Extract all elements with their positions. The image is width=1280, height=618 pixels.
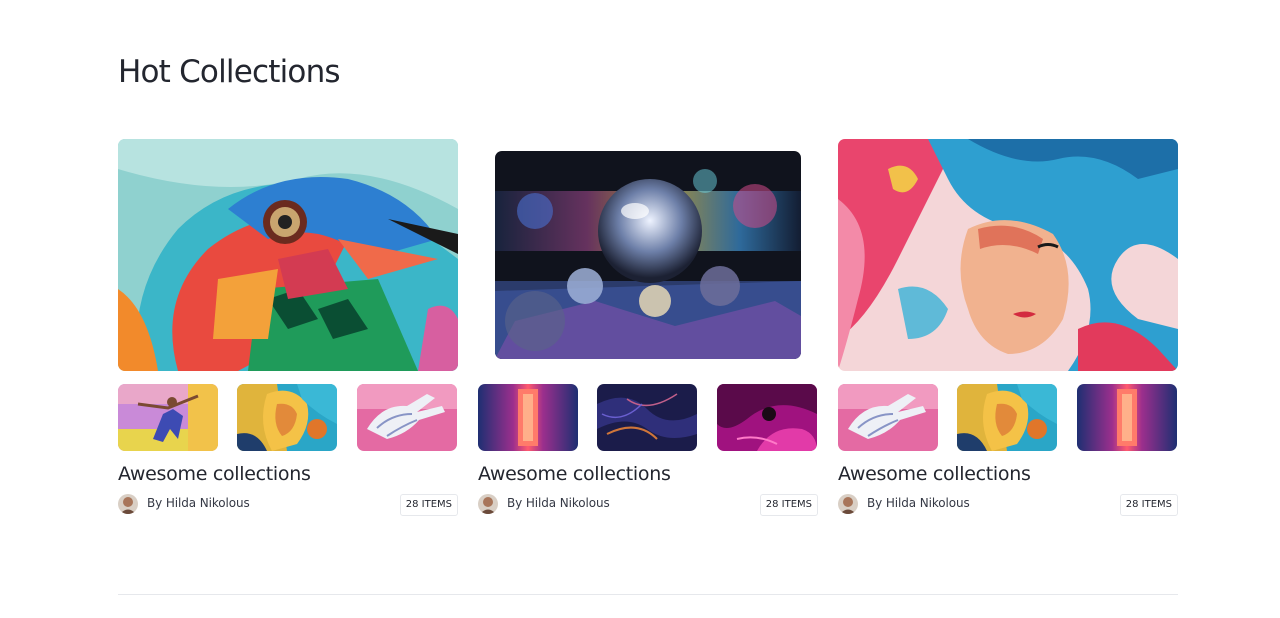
hand-mural-image[interactable] (357, 384, 457, 451)
dark-abstract-image[interactable] (597, 384, 697, 451)
collection-card[interactable]: Awesome collections By Hilda Nikolous 28… (118, 139, 458, 516)
author-name[interactable]: By Hilda Nikolous (507, 496, 610, 510)
section-title: Hot Collections (118, 54, 341, 90)
hand-mural-image[interactable] (838, 384, 938, 451)
items-count-badge: 28 ITEMS (759, 494, 818, 516)
glass-sphere-image[interactable] (495, 151, 801, 359)
collection-card[interactable]: Awesome collections By Hilda Nikolous 28… (838, 139, 1178, 516)
section-divider (118, 594, 1178, 595)
neon-corridor-image[interactable] (478, 384, 578, 451)
avatar[interactable] (478, 494, 498, 514)
collection-card[interactable]: Awesome collections By Hilda Nikolous 28… (478, 139, 818, 516)
magenta-swirl-image[interactable] (717, 384, 817, 451)
neon-corridor-image[interactable] (1077, 384, 1177, 451)
pop-art-woman-image[interactable] (237, 384, 337, 451)
avatar[interactable] (838, 494, 858, 514)
items-count-badge: 28 ITEMS (399, 494, 458, 516)
collection-title[interactable]: Awesome collections (118, 462, 458, 486)
items-count-badge: 28 ITEMS (1119, 494, 1178, 516)
dancer-mural-image[interactable] (118, 384, 218, 451)
author-name[interactable]: By Hilda Nikolous (867, 496, 970, 510)
watercolor-face-image[interactable] (838, 139, 1178, 371)
collection-title[interactable]: Awesome collections (838, 462, 1178, 486)
collection-title[interactable]: Awesome collections (478, 462, 818, 486)
avatar[interactable] (118, 494, 138, 514)
pop-art-woman-image[interactable] (957, 384, 1057, 451)
author-name[interactable]: By Hilda Nikolous (147, 496, 250, 510)
graffiti-bird-image[interactable] (118, 139, 458, 371)
